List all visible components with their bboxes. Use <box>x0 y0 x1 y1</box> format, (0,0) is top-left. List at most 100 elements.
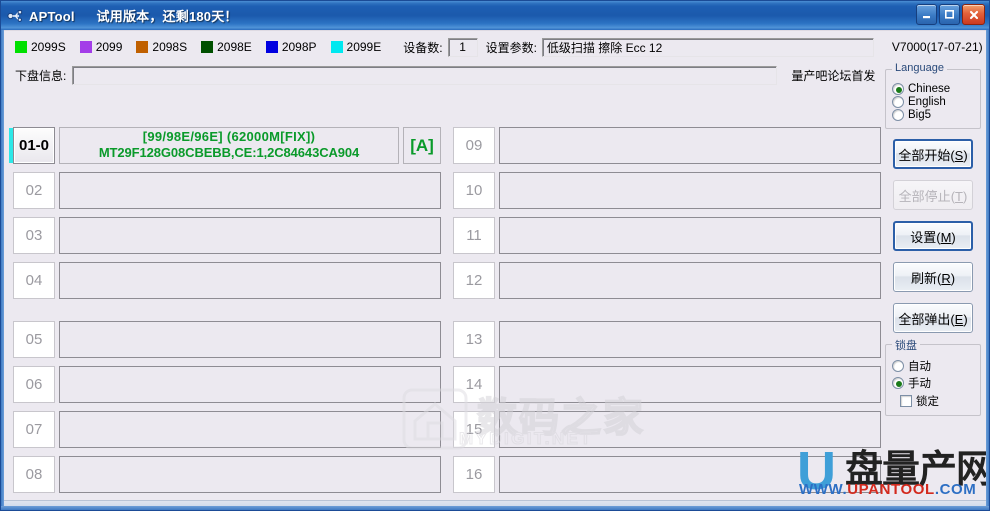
slot-info-line2: MT29F128G08CBEBB,CE:1,2C84643CA904 <box>98 145 360 160</box>
slot-info-field[interactable] <box>499 366 881 403</box>
slot-number-button[interactable]: 04 <box>13 262 55 299</box>
language-label: Chinese <box>908 83 951 95</box>
slot-number-label: 15 <box>465 421 483 438</box>
slot-number-button[interactable]: 14 <box>453 366 495 403</box>
radio-icon <box>892 377 904 389</box>
diskinfo-field[interactable] <box>72 65 778 85</box>
slot-row[interactable]: 08 <box>13 456 441 493</box>
slot-info-field[interactable] <box>499 172 881 209</box>
stop-all-accel: T <box>955 188 963 204</box>
slot-info-field[interactable] <box>59 321 441 358</box>
legend-label: 2099S <box>31 40 66 54</box>
start-all-label: 全部开始 <box>898 147 951 163</box>
slot-info-field[interactable] <box>499 456 881 493</box>
slot-row[interactable]: 14 <box>453 366 881 403</box>
legend-label: 2099E <box>346 40 382 54</box>
lock-radio-auto[interactable]: 自动 <box>892 358 974 374</box>
language-groupbox-title: Language <box>892 62 947 74</box>
close-button[interactable] <box>962 4 985 25</box>
side-panel: Language Chinese English Big5 全部开始(S) 全部… <box>885 62 981 426</box>
slot-row[interactable]: 01-0 [99/98E/96E] (62000M[FIX]) MT29F128… <box>9 127 441 164</box>
slot-number-button[interactable]: 10 <box>453 172 495 209</box>
slot-number-button[interactable]: 13 <box>453 321 495 358</box>
legend-item: 2099S <box>15 40 66 54</box>
slot-number-button[interactable]: 08 <box>13 456 55 493</box>
slot-row[interactable]: 11 <box>453 217 881 254</box>
legend-swatch <box>265 41 278 53</box>
maximize-button[interactable] <box>939 4 960 25</box>
window-left-border <box>1 30 4 510</box>
slot-group-right-bottom: 13 14 15 16 <box>453 321 881 493</box>
slot-row[interactable]: 09 <box>453 127 881 164</box>
settings-button[interactable]: 设置(M) <box>893 221 973 251</box>
lock-checkbox[interactable]: 锁定 <box>900 393 974 409</box>
legend-item: 2099 <box>79 40 122 54</box>
slot-number-button[interactable]: 05 <box>13 321 55 358</box>
slot-row[interactable]: 12 <box>453 262 881 299</box>
slot-number-button[interactable]: 16 <box>453 456 495 493</box>
slot-number-label: 08 <box>25 466 43 483</box>
slot-row[interactable]: 03 <box>13 217 441 254</box>
slot-info-field[interactable] <box>59 411 441 448</box>
slot-info-field[interactable] <box>59 217 441 254</box>
slot-info-field[interactable] <box>59 456 441 493</box>
slot-number-button[interactable]: 07 <box>13 411 55 448</box>
refresh-button[interactable]: 刷新(R) <box>893 262 973 292</box>
radio-icon <box>892 109 904 121</box>
slot-info-field[interactable] <box>499 127 881 164</box>
slot-number-button[interactable]: 03 <box>13 217 55 254</box>
legend-label: 2098P <box>281 40 317 54</box>
window-right-border <box>986 30 989 510</box>
lock-radio-manual[interactable]: 手动 <box>892 375 974 391</box>
slot-row[interactable]: 10 <box>453 172 881 209</box>
slot-row[interactable]: 06 <box>13 366 441 403</box>
slot-info-field[interactable] <box>499 262 881 299</box>
language-radio-big5[interactable]: Big5 <box>892 109 974 121</box>
radio-icon <box>892 96 904 108</box>
slot-info-field[interactable] <box>59 172 441 209</box>
legend-item: 2098E <box>201 40 252 54</box>
slot-row[interactable]: 13 <box>453 321 881 358</box>
language-radio-chinese[interactable]: Chinese <box>892 83 974 95</box>
language-radio-english[interactable]: English <box>892 96 974 108</box>
title-bar: APTool 试用版本，还剩180天！ <box>1 1 989 30</box>
slot-number-button[interactable]: 06 <box>13 366 55 403</box>
version-label: V7000(17-07-21) <box>891 40 983 54</box>
slot-row[interactable]: 02 <box>13 172 441 209</box>
slot-info-field[interactable]: [99/98E/96E] (62000M[FIX]) MT29F128G08CB… <box>59 127 399 164</box>
slot-row[interactable]: 04 <box>13 262 441 299</box>
eject-all-button[interactable]: 全部弹出(E) <box>893 303 973 333</box>
settings-label: 设置 <box>910 229 937 245</box>
slot-number-button[interactable]: 15 <box>453 411 495 448</box>
slot-number-button[interactable]: 09 <box>453 127 495 164</box>
slot-info-field[interactable] <box>499 321 881 358</box>
slot-number-button[interactable]: 01-0 <box>9 127 55 164</box>
stop-all-button[interactable]: 全部停止(T) <box>893 180 973 210</box>
slot-row[interactable]: 15 <box>453 411 881 448</box>
slot-number-button[interactable]: 12 <box>453 262 495 299</box>
start-all-button[interactable]: 全部开始(S) <box>893 139 973 169</box>
slot-info-field[interactable] <box>59 366 441 403</box>
slot-number-label: 05 <box>25 331 43 348</box>
slot-number-button[interactable]: 11 <box>453 217 495 254</box>
slot-number-button[interactable]: 02 <box>13 172 55 209</box>
minimize-button[interactable] <box>916 4 937 25</box>
legend-item: 2099E <box>330 40 382 54</box>
slot-number-label: 03 <box>25 227 43 244</box>
slot-info-field[interactable] <box>499 411 881 448</box>
device-count-field[interactable]: 1 <box>447 37 478 57</box>
slot-row[interactable]: 05 <box>13 321 441 358</box>
toolbar-row-legend: 2099S 2099 2098S 2098E 2098P 2099E 设备数: … <box>1 35 989 59</box>
params-field[interactable]: 低级扫描 擦除 Ecc 12 <box>541 37 874 57</box>
watermark-url-tld: .COM <box>934 481 977 498</box>
legend-label: 2098S <box>152 40 188 54</box>
slot-badge[interactable]: [A] <box>403 127 441 164</box>
slot-info-field[interactable] <box>499 217 881 254</box>
slot-row[interactable]: 07 <box>13 411 441 448</box>
device-count-label: 设备数: <box>403 40 443 55</box>
lock-label: 手动 <box>908 378 931 390</box>
slot-info-field[interactable] <box>59 262 441 299</box>
app-name: APTool <box>29 9 75 24</box>
legend-label: 2098E <box>217 40 252 54</box>
slot-row[interactable]: 16 <box>453 456 881 493</box>
